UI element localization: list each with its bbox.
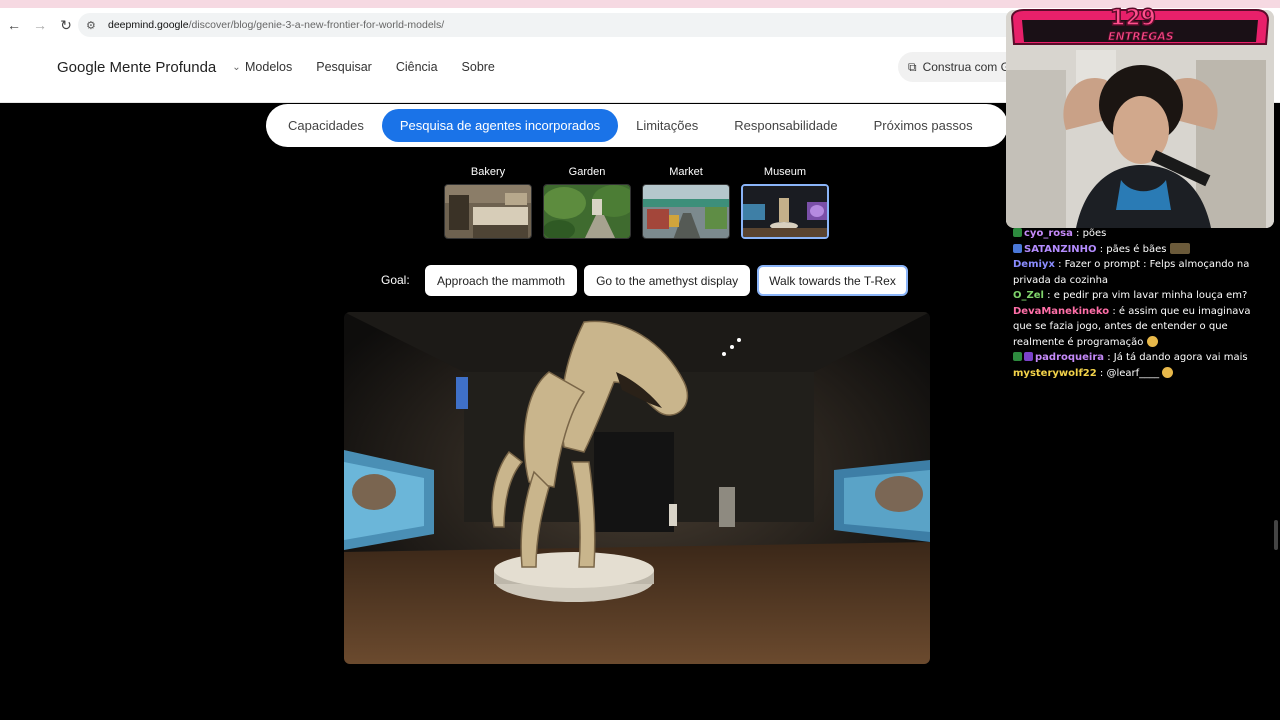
chat-user: Demiyx (1013, 259, 1055, 270)
garden-thumbnail[interactable] (543, 184, 631, 239)
goal-approach-mammoth-button[interactable]: Approach the mammoth (425, 265, 578, 296)
forward-icon[interactable]: → (28, 13, 52, 37)
nav-item-models[interactable]: Modelos (245, 60, 292, 74)
bakery-thumbnail[interactable] (444, 184, 532, 239)
delivery-label: ENTREGAS (1108, 30, 1174, 44)
emote-icon (1169, 242, 1190, 254)
museum-thumbnail[interactable] (741, 184, 829, 239)
scene-label: Garden (568, 166, 606, 178)
chat-user: O_Zel (1013, 290, 1044, 301)
build-label: Construa com G (922, 60, 1010, 74)
url-host: deepmind.google (108, 19, 189, 31)
chat-user: cyo_rosa (1024, 228, 1073, 239)
scene-selector: Bakery Garden Market Museum (444, 166, 829, 239)
scrollbar[interactable] (1274, 520, 1278, 550)
chat-text: pães é bães (1106, 243, 1167, 255)
scene-label: Market (669, 166, 703, 178)
scene-label: Museum (763, 166, 807, 178)
site-nav: Modelos Pesquisar Ciência Sobre (245, 60, 495, 74)
chat-user: DevaManekineko (1013, 305, 1110, 317)
market-thumbnail[interactable] (642, 184, 730, 239)
external-link-icon: ⧉ (908, 59, 917, 74)
stream-chat: cyo_rosa : pões SATANZINHO : pães é bães… (1013, 226, 1271, 381)
chat-message: cyo_rosa : pões (1013, 226, 1271, 242)
chat-badge-icon (1024, 352, 1033, 361)
url-path: /discover/blog/genie-3-a-new-frontier-fo… (188, 19, 445, 31)
chat-message: DevaManekineko : é assim que eu imaginav… (1013, 305, 1251, 348)
tab-embodied-agents[interactable]: Pesquisa de agentes incorporados (381, 109, 619, 142)
chat-message: SATANZINHO : pães é bães (1013, 242, 1271, 258)
tab-capabilities[interactable]: Capacidades (270, 109, 382, 142)
reload-icon[interactable]: ↻ (54, 13, 78, 37)
emote-icon (1162, 366, 1174, 378)
chat-user: mysterywolf22 (1013, 367, 1097, 379)
chat-message: padroqueira : Já tá dando agora vai mais (1013, 350, 1271, 366)
goal-trex-button[interactable]: Walk towards the T-Rex (757, 265, 908, 296)
scene-bakery[interactable]: Bakery (444, 166, 532, 239)
nav-item-research[interactable]: Pesquisar (316, 60, 372, 74)
scene-museum[interactable]: Museum (741, 166, 829, 239)
chat-text: e pedir pra vim lavar minha louça em? (1053, 290, 1248, 301)
goal-amethyst-display-button[interactable]: Go to the amethyst display (584, 265, 751, 296)
chevron-down-icon[interactable]: ⌄ (232, 62, 240, 73)
scene-label: Bakery (470, 166, 506, 178)
goal-options: Approach the mammoth Go to the amethyst … (425, 265, 908, 296)
tab-responsibility[interactable]: Responsabilidade (716, 109, 855, 142)
address-bar[interactable]: ⚙ deepmind.google/discover/blog/genie-3-… (78, 13, 1018, 37)
chat-badge-icon (1013, 243, 1022, 253)
world-model-viewport[interactable] (344, 312, 930, 664)
nav-item-about[interactable]: Sobre (462, 60, 495, 74)
delivery-count: 129 (1109, 5, 1156, 32)
emote-icon (1146, 335, 1158, 347)
goal-label: Goal: (381, 273, 410, 287)
site-info-icon[interactable]: ⚙ (86, 19, 100, 32)
brand-logo[interactable]: Google Mente Profunda ⌄ (57, 59, 241, 76)
chat-text: pões (1082, 228, 1107, 239)
chat-message: mysterywolf22 : @learf____ (1013, 366, 1271, 382)
tab-limitations[interactable]: Limitações (618, 109, 716, 142)
chat-text: @learf____ (1106, 367, 1160, 379)
back-icon[interactable]: ← (2, 13, 26, 37)
chat-message: Demiyx : Fazer o prompt : Felps almoçand… (1013, 259, 1250, 286)
tab-next-steps[interactable]: Próximos passos (856, 109, 991, 142)
chat-message: O_Zel : e pedir pra vim lavar minha louç… (1013, 290, 1248, 301)
scene-market[interactable]: Market (642, 166, 730, 239)
chat-user: padroqueira (1035, 352, 1105, 363)
scene-garden[interactable]: Garden (543, 166, 631, 239)
chat-badge-icon (1013, 228, 1022, 237)
tab-strip (0, 0, 1280, 8)
chat-user: SATANZINHO (1024, 243, 1097, 255)
chat-text: Já tá dando agora vai mais (1113, 352, 1248, 363)
brand-name: Google Mente Profunda (57, 59, 217, 76)
chat-badge-icon (1013, 352, 1022, 361)
nav-item-science[interactable]: Ciência (396, 60, 438, 74)
section-tabs: Capacidades Pesquisa de agentes incorpor… (266, 104, 1008, 147)
